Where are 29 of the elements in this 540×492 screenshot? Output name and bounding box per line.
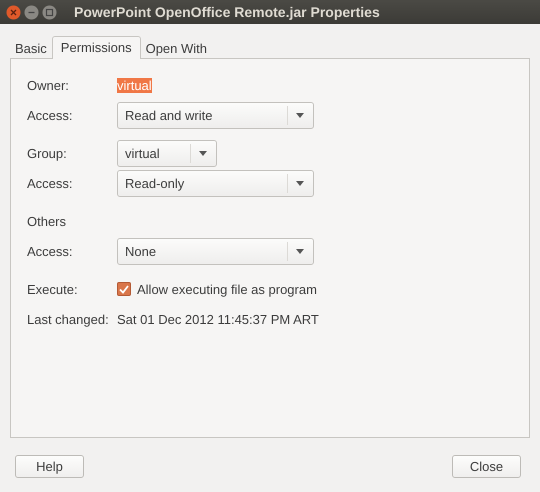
dropdown[interactable]: None: [117, 238, 314, 264]
field-label: Last changed:: [27, 312, 110, 326]
caret-icon: [296, 248, 304, 254]
close-button[interactable]: Close: [452, 455, 521, 478]
window-title: PowerPoint OpenOffice Remote.jar Properties: [74, 4, 380, 20]
checkbox[interactable]: Allow executing file as program: [117, 282, 317, 296]
field-label: Owner:: [27, 78, 70, 92]
dropdown[interactable]: virtual: [117, 140, 217, 166]
field-value: Sat 01 Dec 2012 11:45:37 PM ART: [117, 312, 319, 326]
maximize-icon[interactable]: [42, 4, 57, 20]
section-heading: Others: [27, 214, 68, 228]
field-label: Access:: [27, 176, 74, 190]
checkmark-icon: [119, 284, 129, 294]
tab[interactable]: Open With: [140, 38, 212, 58]
caret-icon: [296, 112, 304, 118]
field-label: Access:: [27, 244, 74, 258]
help-button[interactable]: Help: [15, 455, 84, 478]
field-label: Access:: [27, 108, 74, 122]
dropdown[interactable]: Read-only: [117, 170, 314, 196]
field-value: virtual: [117, 78, 152, 92]
field-label: Group:: [27, 146, 68, 160]
tab[interactable]: Basic: [10, 38, 52, 58]
tab[interactable]: Permissions: [52, 36, 141, 59]
caret-icon: [199, 150, 207, 156]
field-label: Execute:: [27, 282, 79, 296]
close-icon[interactable]: [6, 4, 21, 20]
caret-icon: [296, 180, 304, 186]
minimize-icon[interactable]: [24, 4, 39, 20]
dropdown[interactable]: Read and write: [117, 102, 314, 128]
